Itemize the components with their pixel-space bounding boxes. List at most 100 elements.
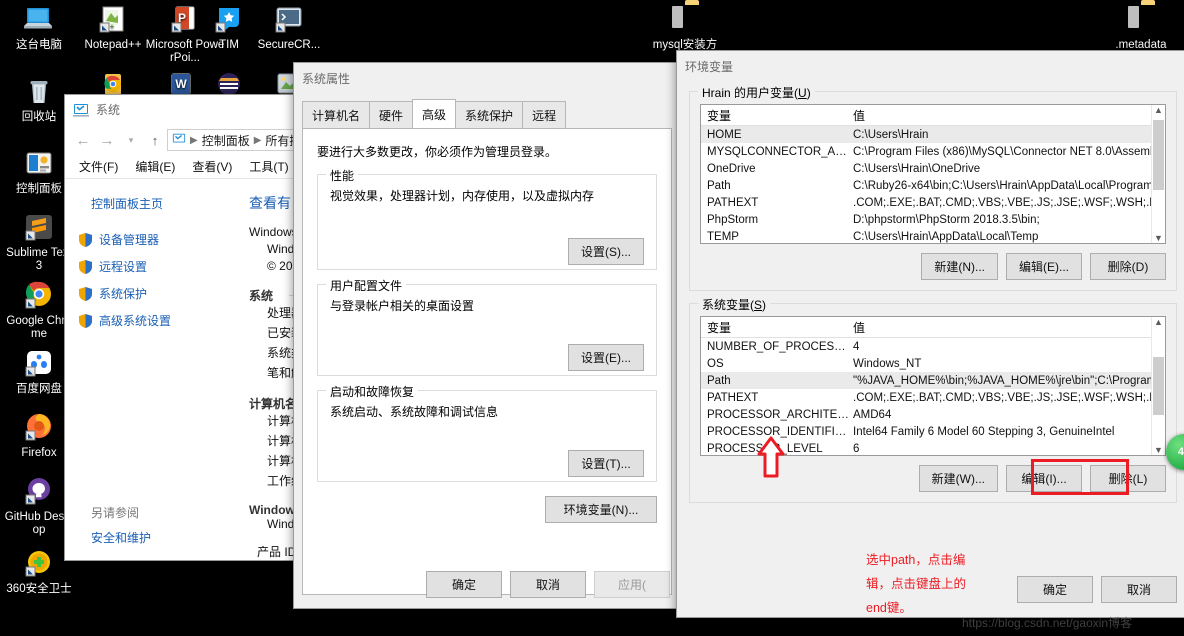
table-row[interactable]: PATHEXT .COM;.EXE;.BAT;.CMD;.VBS;.VBE;.J… [701, 194, 1165, 211]
vertical-scrollbar[interactable]: ▲ ▼ [1151, 105, 1165, 243]
desktop-icon-mysql-folder[interactable]: mysql安装方 [648, 4, 722, 52]
desktop-icon-securecrt[interactable]: SecureCR... [252, 4, 326, 52]
variable-value: C:\Ruby26-x64\bin;C:\Users\Hrain\AppData… [853, 179, 1165, 192]
scrollbar-thumb[interactable] [1153, 120, 1164, 190]
table-row[interactable]: PROCESSOR_ARCHITECT... AMD64 [701, 406, 1165, 423]
tab-hardware[interactable]: 硬件 [369, 101, 414, 128]
sidebar-item-label: 设备管理器 [99, 233, 160, 247]
system-new-button[interactable]: 新建(W)... [918, 465, 998, 492]
system-variables-legend: 系统变量(S) [698, 296, 771, 313]
sidebar-item-label: 高级系统设置 [99, 314, 172, 328]
arrow-right-icon[interactable]: → [95, 129, 119, 151]
variable-value: Intel64 Family 6 Model 60 Stepping 3, Ge… [853, 425, 1115, 438]
vertical-scrollbar[interactable]: ▲ ▼ [1151, 317, 1165, 455]
arrow-left-icon[interactable]: ← [71, 129, 95, 151]
variable-value: .COM;.EXE;.BAT;.CMD;.VBS;.VBE;.JS;.JSE;.… [853, 391, 1165, 404]
menu-tools[interactable]: 工具(T) [249, 158, 288, 175]
chrome-icon [22, 280, 56, 312]
table-row[interactable]: NUMBER_OF_PROCESSORS 4 [701, 338, 1165, 355]
tab-system-protection[interactable]: 系统保护 [455, 101, 524, 128]
chevron-down-icon[interactable]: ▼ [1154, 445, 1163, 455]
baidu-netdisk-icon [22, 348, 56, 380]
system-variables-table[interactable]: 变量 值 NUMBER_OF_PROCESSORS 4 OS Windows_N… [700, 316, 1166, 456]
user-edit-button[interactable]: 编辑(E)... [1006, 253, 1082, 280]
user-profiles-legend: 用户配置文件 [326, 277, 407, 294]
system-properties-title-text: 系统属性 [302, 71, 351, 86]
variable-name: OS [707, 357, 724, 370]
user-variables-legend: Hrain 的用户变量(U) [698, 84, 815, 101]
table-row[interactable]: MYSQLCONNECTOR_ASS... C:\Program Files (… [701, 143, 1165, 160]
see-also-security-maintenance[interactable]: 安全和维护 [77, 521, 243, 546]
sidebar-item-label: 远程设置 [99, 260, 148, 274]
variable-name: OneDrive [707, 162, 756, 175]
menu-view[interactable]: 查看(V) [192, 158, 232, 175]
table-row-path-selected[interactable]: Path "%JAVA_HOME%\bin;%JAVA_HOME%\jre\bi… [701, 372, 1165, 389]
desktop-icon-label: Notepad++ [84, 39, 142, 51]
table-row[interactable]: PATHEXT .COM;.EXE;.BAT;.CMD;.VBS;.VBE;.J… [701, 389, 1165, 406]
chevron-down-icon[interactable]: ▼ [1154, 233, 1163, 243]
breadcrumb-separator: ▶ [190, 134, 198, 146]
table-row[interactable]: TEMP C:\Users\Hrain\AppData\Local\Temp [701, 228, 1165, 245]
cancel-button[interactable]: 取消 [1101, 576, 1177, 603]
sidebar-item-home[interactable]: 控制面板主页 [77, 193, 243, 226]
recycle-bin-icon [22, 76, 56, 108]
desktop-icon-this-pc[interactable]: 这台电脑 [2, 4, 76, 52]
chevron-up-icon[interactable]: ▲ [1154, 317, 1163, 327]
computer-icon [22, 4, 56, 36]
table-row[interactable]: HOME C:\Users\Hrain [701, 126, 1165, 143]
sidebar-item-advanced-system-settings[interactable]: 高级系统设置 [77, 307, 243, 334]
tab-remote[interactable]: 远程 [522, 101, 567, 128]
svg-text:+: + [110, 22, 115, 31]
startup-recovery-settings-button[interactable]: 设置(T)... [568, 450, 644, 477]
arrow-up-icon[interactable]: ↑ [143, 129, 167, 151]
desktop-icon-label: 这台电脑 [16, 39, 62, 51]
ok-button[interactable]: 确定 [426, 571, 502, 598]
column-header-variable[interactable]: 变量 [701, 319, 849, 336]
performance-settings-button[interactable]: 设置(S)... [568, 238, 644, 265]
sidebar-item-device-manager[interactable]: 设备管理器 [77, 226, 243, 253]
securecrt-icon [272, 4, 306, 36]
desktop-icon-metadata-folder[interactable]: .metadata [1104, 4, 1178, 52]
user-variables-table[interactable]: 变量 值 HOME C:\Users\Hrain MYSQLCONNECTOR_… [700, 104, 1166, 244]
breadcrumb-control-panel[interactable]: 控制面板 [202, 132, 250, 149]
column-header-variable[interactable]: 变量 [701, 107, 849, 124]
table-row[interactable]: OneDrive C:\Users\Hrain\OneDrive [701, 160, 1165, 177]
desktop-icon-notepad-plus-plus[interactable]: + Notepad++ [76, 4, 150, 52]
variable-value: AMD64 [853, 408, 892, 421]
variable-name: HOME [707, 128, 742, 141]
table-row[interactable]: PhpStorm D:\phpstorm\PhpStorm 2018.3.5\b… [701, 211, 1165, 228]
column-header-value[interactable]: 值 [849, 107, 1165, 124]
column-header-value[interactable]: 值 [849, 319, 1165, 336]
menu-file[interactable]: 文件(F) [79, 158, 118, 175]
system-properties-dialog[interactable]: 系统属性 计算机名 硬件 高级 系统保护 远程 要进行大多数更改，你必须作为管理… [293, 62, 681, 609]
breadcrumb-separator: ▶ [253, 134, 262, 146]
variable-value: 6 [853, 442, 860, 455]
environment-variables-dialog[interactable]: 环境变量 Hrain 的用户变量(U) 变量 值 HOME C:\Users\H… [676, 50, 1184, 618]
apply-button: 应用( [594, 571, 670, 598]
variable-name: Path [707, 374, 731, 387]
variable-name: TEMP [707, 230, 739, 243]
chevron-down-icon[interactable]: ▾ [119, 129, 143, 151]
scrollbar-thumb[interactable] [1153, 357, 1164, 415]
user-profiles-settings-button[interactable]: 设置(E)... [568, 344, 644, 371]
variable-value: C:\Users\Hrain\AppData\Local\Temp [853, 230, 1039, 243]
sidebar-item-remote-settings[interactable]: 远程设置 [77, 253, 243, 280]
tim-icon [212, 4, 246, 36]
ok-button[interactable]: 确定 [1017, 576, 1093, 603]
cancel-button[interactable]: 取消 [510, 571, 586, 598]
tab-advanced[interactable]: 高级 [412, 99, 457, 128]
table-row[interactable]: OS Windows_NT [701, 355, 1165, 372]
csdn-watermark: https://blog.csdn.net/gaoxin博客 [962, 616, 1133, 630]
environment-variables-button[interactable]: 环境变量(N)... [545, 496, 657, 523]
user-new-button[interactable]: 新建(N)... [921, 253, 998, 280]
menu-edit[interactable]: 编辑(E) [135, 158, 175, 175]
sidebar-item-system-protection[interactable]: 系统保护 [77, 280, 243, 307]
folder-icon [668, 4, 702, 36]
tab-computer-name[interactable]: 计算机名 [302, 101, 371, 128]
red-arrow-annotation [757, 436, 785, 478]
legend-prefix: 系统变量( [702, 298, 754, 312]
table-row[interactable]: Path C:\Ruby26-x64\bin;C:\Users\Hrain\Ap… [701, 177, 1165, 194]
user-delete-button[interactable]: 删除(D) [1090, 253, 1166, 280]
chevron-up-icon[interactable]: ▲ [1154, 105, 1163, 115]
startup-recovery-description: 系统启动、系统故障和调试信息 [330, 405, 499, 419]
